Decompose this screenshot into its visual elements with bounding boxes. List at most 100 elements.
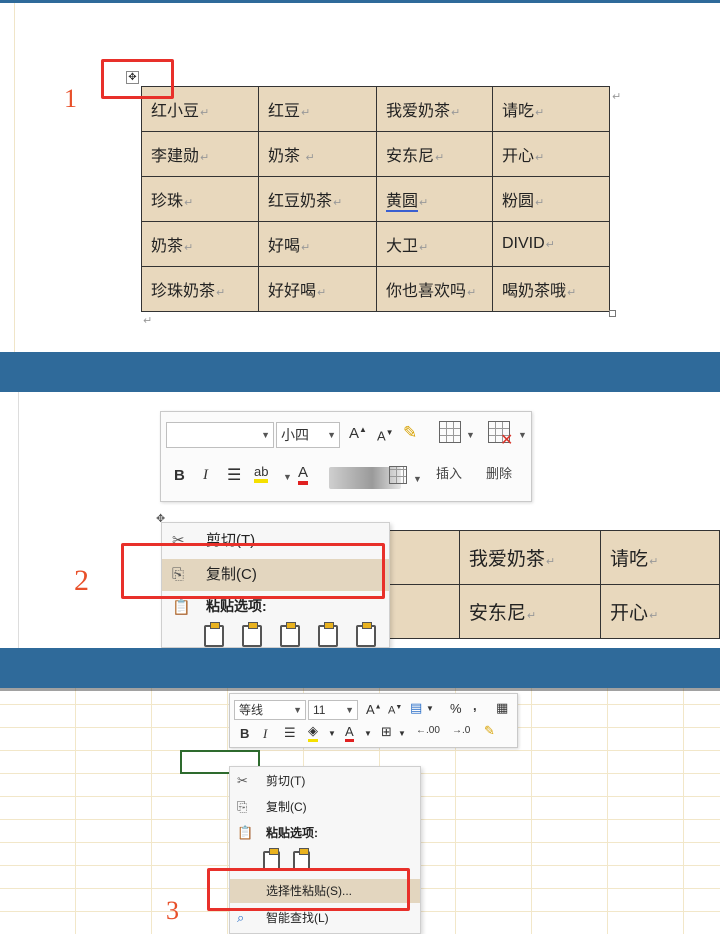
italic-button[interactable]: I <box>263 726 267 742</box>
table-cell[interactable]: 我爱奶茶↵ <box>458 530 602 585</box>
cell-end-mark: ↵ <box>535 107 545 119</box>
cell-end-mark: ↵ <box>535 197 545 209</box>
table-cell[interactable]: 好好喝↵ <box>258 266 377 312</box>
delete-label[interactable]: 删除 <box>486 463 512 482</box>
table-cell[interactable]: 你也喜欢吗↵ <box>376 266 493 312</box>
cell-end-mark: ↵ <box>467 287 477 299</box>
paste-keep-source-icon[interactable] <box>204 622 224 647</box>
number-format-icon[interactable]: ▤ <box>410 700 422 716</box>
table-cell[interactable]: 奶茶↵ <box>141 221 259 267</box>
copy-icon: ⎘ <box>237 799 248 814</box>
cell-end-mark: ↵ <box>333 197 343 209</box>
borders-icon[interactable] <box>389 466 407 484</box>
insert-label[interactable]: 插入 <box>436 463 462 482</box>
table-row: 珍珠奶茶↵ 好好喝↵ 你也喜欢吗↵ 喝奶茶哦↵ <box>141 266 610 312</box>
cell-text: 大卫 <box>386 238 419 255</box>
menu-item-copy[interactable]: ⎘ 复制(C) <box>230 796 420 818</box>
bold-button[interactable]: B <box>174 467 185 484</box>
table-cell[interactable]: DIVID↵ <box>492 221 610 267</box>
separator-band <box>0 352 720 392</box>
table-cell[interactable]: 李建勋↵ <box>141 131 259 177</box>
separator-band <box>0 648 720 688</box>
cell-text: 请吃 <box>502 103 535 120</box>
bold-button[interactable]: B <box>240 726 249 741</box>
comma-button[interactable]: , <box>473 698 477 713</box>
cell-text: 红豆 <box>268 103 301 120</box>
mini-toolbar: ▼ 小四 ▼ A▲ A▼ ✎ ▼ ✕ ▼ B I ☰ ab ▼ A ▼ 插入 删除 <box>160 411 532 502</box>
grow-font-button[interactable]: A▲ <box>349 425 367 442</box>
insert-table-icon[interactable] <box>439 421 461 443</box>
word-table[interactable]: 红小豆↵ 红豆↵ 我爱奶茶↵ 请吃↵ 李建勋↵ 奶茶 ↵ 安东尼↵ 开心↵ 珍珠↵ 红豆奶茶↵ 黄圆… <box>141 86 610 312</box>
format-table-icon[interactable]: ▦ <box>496 700 508 716</box>
table-cell[interactable]: 请吃↵ <box>492 86 610 132</box>
table-cell[interactable]: 粉圆↵ <box>492 176 610 222</box>
format-painter-icon[interactable]: ✎ <box>484 723 495 739</box>
font-color-button[interactable]: A <box>298 464 309 485</box>
table-row: 我爱奶茶↵ 请吃↵ <box>384 530 720 585</box>
cell-text: 请吃 <box>610 549 649 570</box>
annotation-box-1 <box>101 59 174 99</box>
cell-end-mark: ↵ <box>200 107 210 119</box>
table-row: 红小豆↵ 红豆↵ 我爱奶茶↵ 请吃↵ <box>141 86 610 132</box>
table-cell[interactable]: 安东尼↵ <box>376 131 493 177</box>
grow-font-button[interactable]: A▲ <box>366 702 382 717</box>
cell-end-mark: ↵ <box>567 287 577 299</box>
chevron-down-icon: ▼ <box>293 705 302 715</box>
percent-button[interactable]: % <box>450 701 462 716</box>
cell-end-mark: ↵ <box>200 152 210 164</box>
table-cell[interactable]: 安东尼↵ <box>458 584 602 639</box>
page-margin-line <box>14 3 15 352</box>
table-cell[interactable]: 我爱奶茶↵ <box>376 86 493 132</box>
table-cell[interactable]: 开心↵ <box>600 584 720 639</box>
cell-text: 奶茶 <box>151 238 184 255</box>
format-painter-icon[interactable]: ✎ <box>403 423 417 443</box>
cell-text: 开心 <box>502 148 535 165</box>
table-cell[interactable]: 好喝↵ <box>258 221 377 267</box>
table-cell[interactable]: 开心↵ <box>492 131 610 177</box>
highlight-icon[interactable]: ab <box>254 464 269 483</box>
paste-options-heading: 📋 粘贴选项: <box>230 822 420 844</box>
row-end-mark: ↵ <box>612 91 622 103</box>
table-cell[interactable]: 红豆↵ <box>258 86 377 132</box>
increase-decimal-button[interactable]: ←.00 <box>416 725 440 736</box>
fill-color-icon[interactable]: ◈ <box>308 723 318 742</box>
table-cell[interactable] <box>384 584 460 639</box>
cell-text: 我爱奶茶 <box>386 103 451 120</box>
table-cell[interactable] <box>384 530 460 585</box>
table-cell[interactable]: 奶茶 ↵ <box>258 131 377 177</box>
table-cell[interactable]: 大卫↵ <box>376 221 493 267</box>
table-resize-handle[interactable] <box>609 310 616 317</box>
cell-text: DIVID <box>502 235 545 252</box>
paste-insert-rows-icon[interactable] <box>318 622 338 647</box>
decrease-decimal-button[interactable]: →.0 <box>452 725 470 736</box>
align-center-icon[interactable]: ☰ <box>227 465 241 485</box>
table-cell[interactable]: 珍珠↵ <box>141 176 259 222</box>
word-table-partial[interactable]: 我爱奶茶↵ 请吃↵ 安东尼↵ 开心↵ <box>384 530 720 639</box>
paste-merge-format-icon[interactable] <box>242 622 262 647</box>
paste-text-only-icon[interactable] <box>356 622 376 647</box>
table-cell[interactable]: 请吃↵ <box>600 530 720 585</box>
table-cell[interactable]: 红豆奶茶↵ <box>258 176 377 222</box>
shrink-font-button[interactable]: A▼ <box>377 428 394 443</box>
step-number-3: 3 <box>166 896 179 925</box>
table-cell[interactable]: 珍珠奶茶↵ <box>141 266 259 312</box>
menu-item-cut[interactable]: ✂ 剪切(T) <box>230 770 420 792</box>
shrink-font-button[interactable]: A▼ <box>388 704 402 717</box>
align-center-icon[interactable]: ☰ <box>284 725 296 741</box>
table-cell[interactable]: 黄圆↵ <box>376 176 493 222</box>
cell-end-mark: ↵ <box>184 197 194 209</box>
borders-icon[interactable]: ⊞ <box>381 724 392 740</box>
cell-end-mark: ↵ <box>419 242 429 254</box>
paste-nested-table-icon[interactable] <box>280 622 300 647</box>
font-name-dropdown[interactable]: 等线 ▼ <box>234 700 306 720</box>
table-cell[interactable]: 喝奶茶哦↵ <box>492 266 610 312</box>
font-size-dropdown[interactable]: 11 ▼ <box>308 700 358 720</box>
font-size-dropdown[interactable]: 小四 ▼ <box>276 422 340 448</box>
cell-text: 珍珠奶茶 <box>151 283 216 300</box>
cell-text: 安东尼 <box>468 603 526 624</box>
font-name-dropdown[interactable]: ▼ <box>166 422 274 448</box>
scissors-icon: ✂ <box>237 773 248 788</box>
italic-button[interactable]: I <box>203 467 208 484</box>
font-color-icon[interactable]: A <box>345 724 354 742</box>
chevron-down-icon: ▼ <box>398 729 406 738</box>
